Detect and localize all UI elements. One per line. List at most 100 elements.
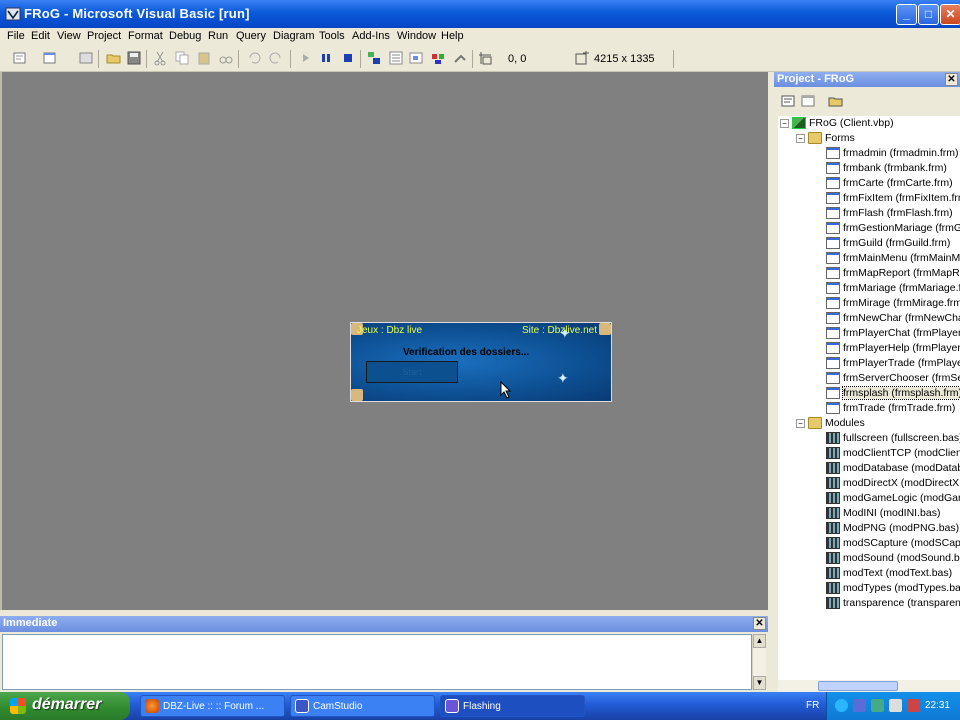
view-object-icon[interactable] — [800, 93, 816, 109]
tree-item-module[interactable]: modSound (modSound.bas) — [826, 551, 960, 566]
end-icon[interactable] — [340, 50, 356, 66]
tree-item-form[interactable]: frmGestionMariage (frmGestionMariage.frm… — [826, 221, 960, 236]
splash-form[interactable]: Jeux : Dbz live Site : Dbzlive.net Verif… — [350, 322, 612, 402]
tree-item-form[interactable]: frmGuild (frmGuild.frm) — [826, 236, 950, 251]
tree-item-form[interactable]: frmMariage (frmMariage.frm) — [826, 281, 960, 296]
redo-icon[interactable] — [268, 50, 284, 66]
immediate-close-button[interactable]: ✕ — [753, 617, 766, 630]
firefox-icon — [145, 699, 159, 713]
tray-app-icon[interactable] — [871, 699, 884, 712]
security-icon[interactable] — [907, 699, 920, 712]
cut-icon[interactable] — [152, 50, 168, 66]
menu-project[interactable]: Project — [87, 30, 121, 42]
tree-item-form[interactable]: frmPlayerChat (frmPlayerChat.frm) — [826, 326, 960, 341]
menu-diagram[interactable]: Diagram — [273, 30, 315, 42]
splash-progress-text: Start — [402, 367, 422, 377]
tree-item-form[interactable]: frmadmin (frmadmin.frm) — [826, 146, 959, 161]
menu-window[interactable]: Window — [397, 30, 436, 42]
menu-format[interactable]: Format — [128, 30, 163, 42]
tree-item-form[interactable]: frmFlash (frmFlash.frm) — [826, 206, 953, 221]
menu-query[interactable]: Query — [236, 30, 266, 42]
network-icon[interactable] — [835, 699, 848, 712]
menu-editor-icon[interactable] — [78, 50, 94, 66]
tree-item-label: frmFixItem (frmFixItem.frm) — [843, 192, 960, 204]
tree-item-form[interactable]: frmTrade (frmTrade.frm) — [826, 401, 955, 416]
properties-window-icon[interactable] — [388, 50, 404, 66]
menu-edit[interactable]: Edit — [31, 30, 50, 42]
maximize-button[interactable]: □ — [918, 4, 939, 25]
tree-item-module[interactable]: modTypes (modTypes.bas) — [826, 581, 960, 596]
camstudio-tray-icon[interactable] — [853, 699, 866, 712]
open-project-icon[interactable] — [106, 50, 122, 66]
close-button[interactable]: ✕ — [940, 4, 960, 25]
mouse-cursor-icon — [500, 381, 512, 399]
tree-item-project[interactable]: FRoG (Client.vbp) — [792, 116, 894, 131]
project-close-button[interactable]: ✕ — [945, 73, 958, 86]
menu-add-ins[interactable]: Add-Ins — [352, 30, 390, 42]
add-form-icon[interactable] — [42, 50, 58, 66]
tree-item-form[interactable]: frmMirage (frmMirage.frm) — [826, 296, 960, 311]
save-project-icon[interactable] — [126, 50, 142, 66]
tree-item-module[interactable]: modDatabase (modDatabase.bas) — [826, 461, 960, 476]
tree-item-label: FRoG (Client.vbp) — [809, 117, 894, 129]
menu-help[interactable]: Help — [441, 30, 464, 42]
add-project-icon[interactable] — [12, 50, 28, 66]
tree-item-form[interactable]: frmPlayerTrade (frmPlayerTrade.frm) — [826, 356, 960, 371]
object-browser-icon[interactable] — [430, 50, 446, 66]
menu-tools[interactable]: Tools — [319, 30, 345, 42]
tree-item-form[interactable]: frmsplash (frmsplash.frm) — [826, 386, 960, 401]
tree-item-module[interactable]: ModINI (modINI.bas) — [826, 506, 940, 521]
minimize-button[interactable]: _ — [896, 4, 917, 25]
tree-item-form[interactable]: frmMapReport (frmMapReport.frm) — [826, 266, 960, 281]
tree-folder-modules[interactable]: Modules — [808, 416, 865, 431]
form-layout-icon[interactable] — [408, 50, 424, 66]
project-horizontal-scrollbar[interactable] — [778, 680, 960, 692]
title-bar[interactable]: FRoG - Microsoft Visual Basic [run] _ □ … — [0, 0, 960, 28]
toolbox-icon[interactable] — [452, 50, 468, 66]
menu-run[interactable]: Run — [208, 30, 228, 42]
collapse-forms-toggle[interactable]: − — [796, 134, 805, 143]
tree-item-module[interactable]: modDirectX (modDirectX.bas) — [826, 476, 960, 491]
immediate-vertical-scrollbar[interactable]: ▲ ▼ — [752, 634, 766, 690]
tree-item-form[interactable]: frmServerChooser (frmServerChooser.frm) — [826, 371, 960, 386]
tree-item-module[interactable]: modClientTCP (modClientTCP.bas) — [826, 446, 960, 461]
start-button[interactable]: démarrer — [0, 692, 130, 720]
paste-icon[interactable] — [196, 50, 212, 66]
immediate-input[interactable] — [2, 634, 752, 690]
tree-item-module[interactable]: modGameLogic (modGameLogic.bas) — [826, 491, 960, 506]
tree-item-form[interactable]: frmMainMenu (frmMainMenu.frm) — [826, 251, 960, 266]
tree-item-form[interactable]: frmPlayerHelp (frmPlayerHelp.frm) — [826, 341, 960, 356]
scroll-up-arrow-icon[interactable]: ▲ — [753, 634, 766, 648]
menu-file[interactable]: File — [7, 30, 25, 42]
view-code-icon[interactable] — [780, 93, 796, 109]
break-icon[interactable] — [318, 50, 334, 66]
tree-item-module[interactable]: modSCapture (modSCapture.bas) — [826, 536, 960, 551]
tree-item-form[interactable]: frmCarte (frmCarte.frm) — [826, 176, 953, 191]
collapse-modules-toggle[interactable]: − — [796, 419, 805, 428]
find-icon[interactable] — [218, 50, 234, 66]
collapse-project-toggle[interactable]: − — [780, 119, 789, 128]
tree-item-module[interactable]: ModPNG (modPNG.bas) — [826, 521, 959, 536]
tree-folder-forms[interactable]: Forms — [808, 131, 855, 146]
tree-item-form[interactable]: frmNewChar (frmNewChar.frm) — [826, 311, 960, 326]
tree-item-module[interactable]: modText (modText.bas) — [826, 566, 952, 581]
tree-item-form[interactable]: frmFixItem (frmFixItem.frm) — [826, 191, 960, 206]
taskbar-item-forum[interactable]: DBZ-Live :: :: Forum ... — [140, 695, 285, 717]
tree-item-module[interactable]: fullscreen (fullscreen.bas) — [826, 431, 960, 446]
menu-view[interactable]: View — [57, 30, 81, 42]
copy-icon[interactable] — [174, 50, 190, 66]
scroll-thumb[interactable] — [818, 681, 898, 691]
menu-debug[interactable]: Debug — [169, 30, 201, 42]
tree-item-form[interactable]: frmbank (frmbank.frm) — [826, 161, 947, 176]
taskbar-item-camstudio[interactable]: CamStudio — [290, 695, 435, 717]
scroll-down-arrow-icon[interactable]: ▼ — [753, 676, 766, 690]
volume-icon[interactable] — [889, 699, 902, 712]
module-icon — [826, 492, 840, 505]
taskbar-item-flashing[interactable]: Flashing — [440, 695, 585, 717]
tree-item-module[interactable]: transparence (transparence.bas) — [826, 596, 960, 611]
language-indicator[interactable]: FR — [806, 700, 819, 711]
toggle-folders-icon[interactable] — [828, 93, 844, 109]
project-explorer-icon[interactable] — [366, 50, 382, 66]
undo-icon[interactable] — [246, 50, 262, 66]
start-icon[interactable] — [298, 50, 314, 66]
